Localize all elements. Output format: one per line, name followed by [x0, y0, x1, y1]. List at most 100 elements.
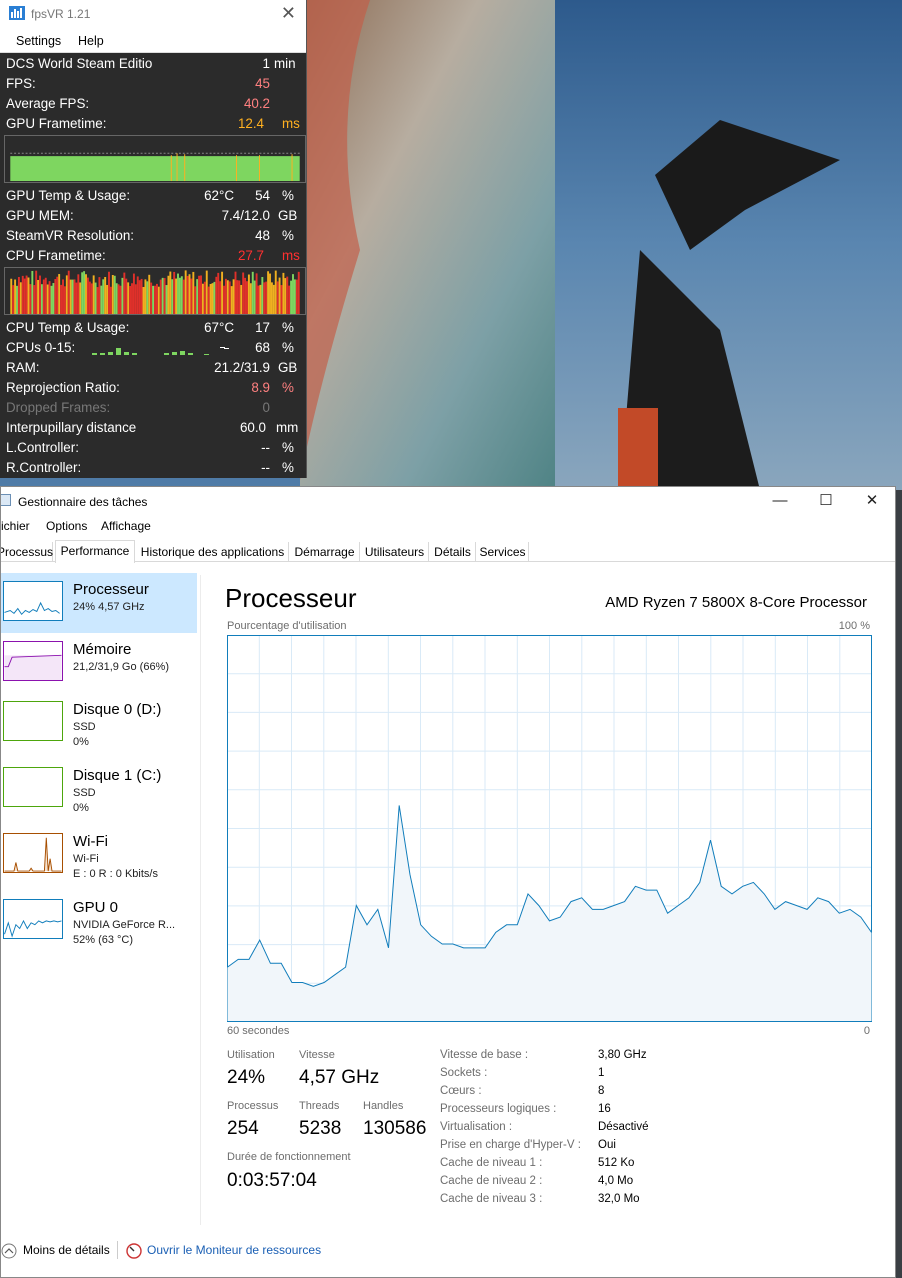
tab-services[interactable]: Services — [477, 542, 529, 562]
fps-row-reprojection: Reprojection Ratio: 8.9 % — [6, 378, 298, 398]
menu-help[interactable]: Help — [78, 34, 104, 48]
processeur-sub: 24% 4,57 GHz — [73, 601, 145, 613]
frametime-bar — [242, 272, 245, 314]
frametime-bar — [278, 277, 281, 314]
gpu0-usage: 52% (63 °C) — [73, 934, 134, 946]
frametime-bar — [178, 277, 181, 314]
frametime-bar — [35, 270, 38, 314]
frametime-bar — [109, 286, 112, 314]
frametime-bar — [249, 283, 252, 314]
sidebar-item-disque1[interactable]: Disque 1 (C:) SSD 0% — [1, 759, 197, 819]
reprojection-unit: % — [282, 380, 294, 395]
spec-label: Processeurs logiques : — [440, 1103, 557, 1115]
frametime-bar — [224, 278, 227, 314]
minimize-icon[interactable]: — — [757, 489, 803, 513]
tab-processus[interactable]: Processus — [1, 542, 53, 562]
fps-value: 45 — [255, 76, 270, 91]
spec-label: Sockets : — [440, 1067, 488, 1079]
frametime-bar — [31, 270, 34, 314]
frametime-bar — [295, 279, 298, 314]
frametime-bar — [198, 275, 201, 314]
frametime-bar — [261, 277, 264, 314]
frametime-bar — [129, 286, 132, 314]
less-details-link[interactable]: Moins de détails — [23, 1243, 110, 1257]
frametime-bar — [154, 285, 156, 314]
cpu-temp-value: 67°C — [204, 320, 234, 335]
menu-options[interactable]: Options — [46, 519, 87, 533]
tab-utilisateurs[interactable]: Utilisateurs — [361, 542, 429, 562]
disque0-usage: 0% — [73, 736, 89, 748]
frametime-bar — [167, 275, 170, 314]
sidebar-item-gpu0[interactable]: GPU 0 NVIDIA GeForce R... 52% (63 °C) — [1, 891, 197, 951]
sidebar-item-wifi[interactable]: Wi-Fi Wi-Fi E : 0 R : 0 Kbits/s — [1, 825, 197, 885]
frametime-bar — [125, 278, 128, 314]
tab-demarrage[interactable]: Démarrage — [290, 542, 360, 562]
wifi-adapter: Wi-Fi — [73, 853, 99, 865]
menu-fichier[interactable]: ichier — [1, 519, 30, 533]
frametime-bar — [253, 280, 256, 314]
sidebar-item-memoire[interactable]: Mémoire 21,2/31,9 Go (66%) — [1, 633, 197, 693]
tab-historique[interactable]: Historique des applications — [137, 542, 289, 562]
frametime-bar — [140, 278, 143, 314]
fps-row-cpu-frametime: CPU Frametime: 27.7 ms — [6, 246, 300, 266]
frametime-bar — [165, 285, 168, 314]
handles-value: 130586 — [363, 1118, 427, 1139]
spec-value: 8 — [598, 1085, 605, 1097]
tab-performance[interactable]: Performance — [55, 540, 135, 563]
frametime-bar — [144, 279, 147, 314]
frametime-bar — [196, 279, 199, 314]
maximize-icon[interactable]: ☐ — [803, 489, 849, 513]
frametime-bar — [282, 272, 285, 314]
frametime-bar — [98, 277, 101, 314]
cpu-frametime-value: 27.7 — [237, 248, 264, 263]
frametime-bar — [117, 284, 120, 314]
frametime-bar — [217, 272, 220, 314]
dropped-frames-label: Dropped Frames: — [6, 400, 111, 415]
resource-monitor-link[interactable]: Ouvrir le Moniteur de ressources — [147, 1243, 321, 1257]
tab-details[interactable]: Détails — [430, 542, 476, 562]
frametime-bar — [58, 274, 61, 314]
frametime-bar — [284, 278, 287, 314]
frametime-bar — [194, 286, 197, 314]
frametime-bar — [132, 273, 135, 314]
gpu-usage-unit: % — [282, 188, 294, 203]
gpu-frametime-label: GPU Frametime: — [6, 116, 107, 131]
fpsvr-titlebar[interactable]: fpsVR 1.21 ✕ — [0, 0, 306, 29]
close-icon[interactable]: ✕ — [849, 489, 895, 513]
frametime-bar — [40, 284, 43, 314]
cpu-frametime-label: CPU Frametime: — [6, 248, 106, 263]
chevron-up-icon[interactable] — [1, 1243, 17, 1259]
steamvr-res-unit: % — [282, 228, 294, 243]
gpu-mem-label: GPU MEM: — [6, 208, 74, 223]
frametime-bar — [73, 279, 76, 314]
processus-label: Processus — [227, 1100, 279, 1112]
frametime-bar — [52, 283, 55, 314]
spec-label: Vitesse de base : — [440, 1049, 529, 1061]
session-label: DCS World Steam Editio — [6, 56, 153, 71]
resource-monitor-icon — [126, 1243, 142, 1259]
frametime-bar — [177, 273, 179, 314]
frametime-bar — [19, 282, 22, 314]
menu-settings[interactable]: Settings — [16, 34, 61, 48]
frametime-bar — [263, 282, 266, 314]
gpu-temp-value: 62°C — [204, 188, 234, 203]
utilisation-label: Utilisation — [227, 1049, 275, 1061]
frametime-bar — [211, 283, 214, 314]
menu-affichage[interactable]: Affichage — [101, 519, 151, 533]
frametime-bar — [29, 284, 32, 314]
close-icon[interactable]: ✕ — [281, 3, 296, 23]
disque0-type: SSD — [73, 721, 96, 733]
frametime-bar — [42, 279, 45, 314]
frametime-bar — [33, 285, 36, 314]
memoire-sub: 21,2/31,9 Go (66%) — [73, 661, 170, 673]
avg-fps-value: 40.2 — [243, 96, 270, 111]
frametime-bar — [257, 285, 260, 314]
frametime-bar — [207, 286, 210, 314]
spec-value: 16 — [598, 1103, 611, 1115]
sidebar-item-processeur[interactable]: Processeur 24% 4,57 GHz — [1, 573, 197, 633]
frametime-bar — [150, 282, 153, 314]
sidebar-item-disque0[interactable]: Disque 0 (D:) SSD 0% — [1, 693, 197, 753]
tm-titlebar[interactable]: Gestionnaire des tâches — ☐ ✕ — [1, 487, 895, 515]
gpu-mem-value: 7.4/12.0 — [221, 208, 270, 223]
cpu-usage-graph — [227, 635, 872, 1022]
